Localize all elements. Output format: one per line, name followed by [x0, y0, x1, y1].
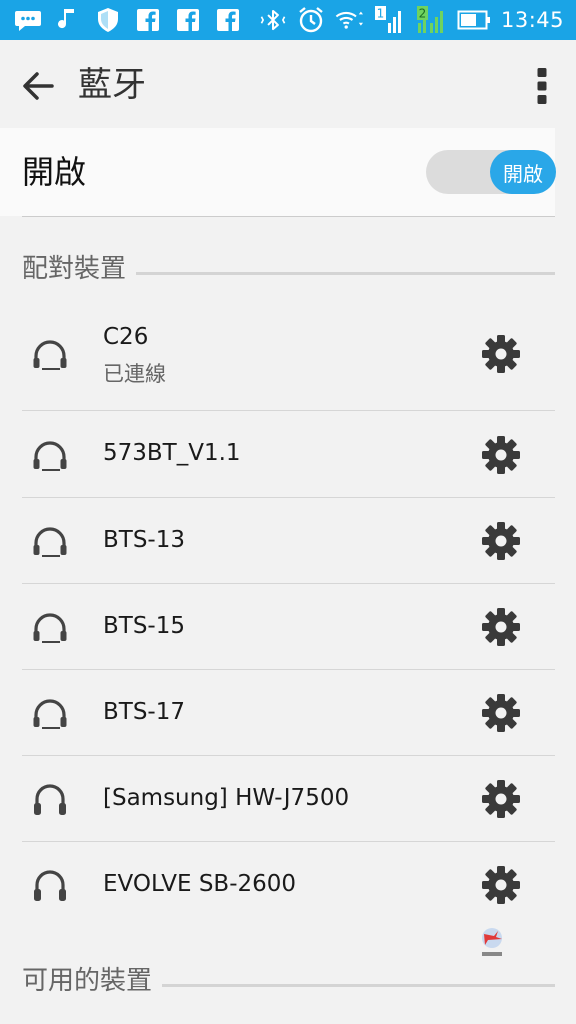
- headset-icon: [33, 340, 67, 370]
- status-bar-notifications: [14, 6, 242, 34]
- device-name: BTS-17: [103, 699, 185, 725]
- bluetooth-toggle-label: 開啟: [22, 153, 87, 191]
- gear-icon: [482, 335, 520, 373]
- app-bar: 藍牙: [0, 40, 576, 128]
- device-name: [Samsung] HW-J7500: [103, 785, 350, 811]
- gear-icon: [482, 694, 520, 732]
- wifi-icon: [335, 6, 363, 34]
- back-arrow-icon: [23, 72, 54, 100]
- gear-icon: [482, 866, 520, 904]
- device-name: C26: [103, 324, 149, 350]
- chat-icon: [14, 6, 42, 34]
- device-name: BTS-15: [103, 613, 185, 639]
- available-devices-header: 可用的裝置: [22, 960, 555, 997]
- bluetooth-icon: [259, 6, 287, 34]
- alarm-icon: [297, 6, 325, 34]
- device-row[interactable]: BTS-15: [0, 584, 576, 670]
- headphones-icon: [34, 870, 66, 901]
- signal-sim1-icon: 1: [373, 6, 405, 34]
- page-title: 藍牙: [78, 65, 146, 105]
- watermark-logo: [482, 928, 502, 956]
- device-name: EVOLVE SB-2600: [103, 871, 297, 897]
- facebook-icon: [214, 6, 242, 34]
- device-status: 已連線: [103, 362, 166, 386]
- headset-icon: [33, 441, 67, 471]
- device-name: 573BT_V1.1: [103, 440, 241, 466]
- device-row[interactable]: [Samsung] HW-J7500: [0, 756, 576, 842]
- paired-devices-header: 配對裝置: [22, 248, 555, 285]
- device-settings-button[interactable]: [480, 606, 522, 648]
- music-icon: [54, 6, 82, 34]
- status-bar-system: 1 2 13:45: [259, 0, 564, 40]
- bluetooth-toggle-row[interactable]: 開啟 開啟: [0, 128, 556, 216]
- gear-icon: [482, 436, 520, 474]
- paired-devices-title: 配對裝置: [22, 254, 127, 284]
- paired-device-list: C26 已連線 573BT_V1.1 BTS-13 BTS-15 BTS-17: [0, 296, 576, 928]
- device-row[interactable]: BTS-13: [0, 498, 576, 584]
- device-settings-button[interactable]: [480, 778, 522, 820]
- section-header-line: [162, 984, 555, 987]
- device-row[interactable]: C26 已連線: [0, 296, 576, 411]
- divider: [22, 216, 555, 217]
- signal-sim2-icon: 2: [415, 6, 447, 34]
- gear-icon: [482, 780, 520, 818]
- gear-icon: [482, 608, 520, 646]
- device-settings-button[interactable]: [480, 864, 522, 906]
- battery-icon: [457, 6, 491, 34]
- device-name: BTS-13: [103, 527, 185, 553]
- gear-icon: [482, 522, 520, 560]
- more-options-button[interactable]: [526, 64, 558, 108]
- bluetooth-switch[interactable]: 開啟: [426, 150, 556, 194]
- status-bar-time: 13:45: [500, 8, 564, 32]
- device-settings-button[interactable]: [480, 520, 522, 562]
- status-bar: 1 2 13:45: [0, 0, 576, 40]
- facebook-icon: [174, 6, 202, 34]
- headset-icon: [33, 527, 67, 557]
- device-settings-button[interactable]: [480, 434, 522, 476]
- facebook-icon: [134, 6, 162, 34]
- device-row[interactable]: 573BT_V1.1: [0, 411, 576, 498]
- shield-icon: [94, 6, 122, 34]
- device-row[interactable]: BTS-17: [0, 670, 576, 756]
- svg-text:2: 2: [419, 7, 427, 21]
- device-settings-button[interactable]: [480, 692, 522, 734]
- device-row[interactable]: EVOLVE SB-2600: [0, 842, 576, 928]
- back-button[interactable]: [14, 62, 62, 110]
- device-settings-button[interactable]: [480, 333, 522, 375]
- headphones-icon: [34, 784, 66, 815]
- headset-icon: [33, 699, 67, 729]
- headset-icon: [33, 613, 67, 643]
- svg-text:1: 1: [377, 7, 385, 21]
- more-vertical-icon: [537, 68, 547, 104]
- switch-thumb: 開啟: [490, 150, 556, 194]
- section-header-line: [136, 272, 555, 275]
- available-devices-title: 可用的裝置: [22, 966, 153, 996]
